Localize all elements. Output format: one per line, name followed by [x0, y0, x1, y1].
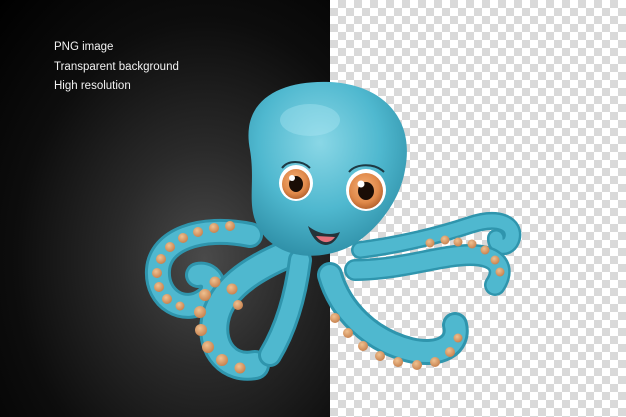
octopus-head	[248, 81, 407, 256]
octopus-illustration	[145, 81, 522, 381]
preview-canvas: PNG image Transparent background High re…	[0, 0, 626, 417]
tentacle-right-curl	[344, 211, 522, 296]
tentacle-front-right	[317, 262, 469, 370]
